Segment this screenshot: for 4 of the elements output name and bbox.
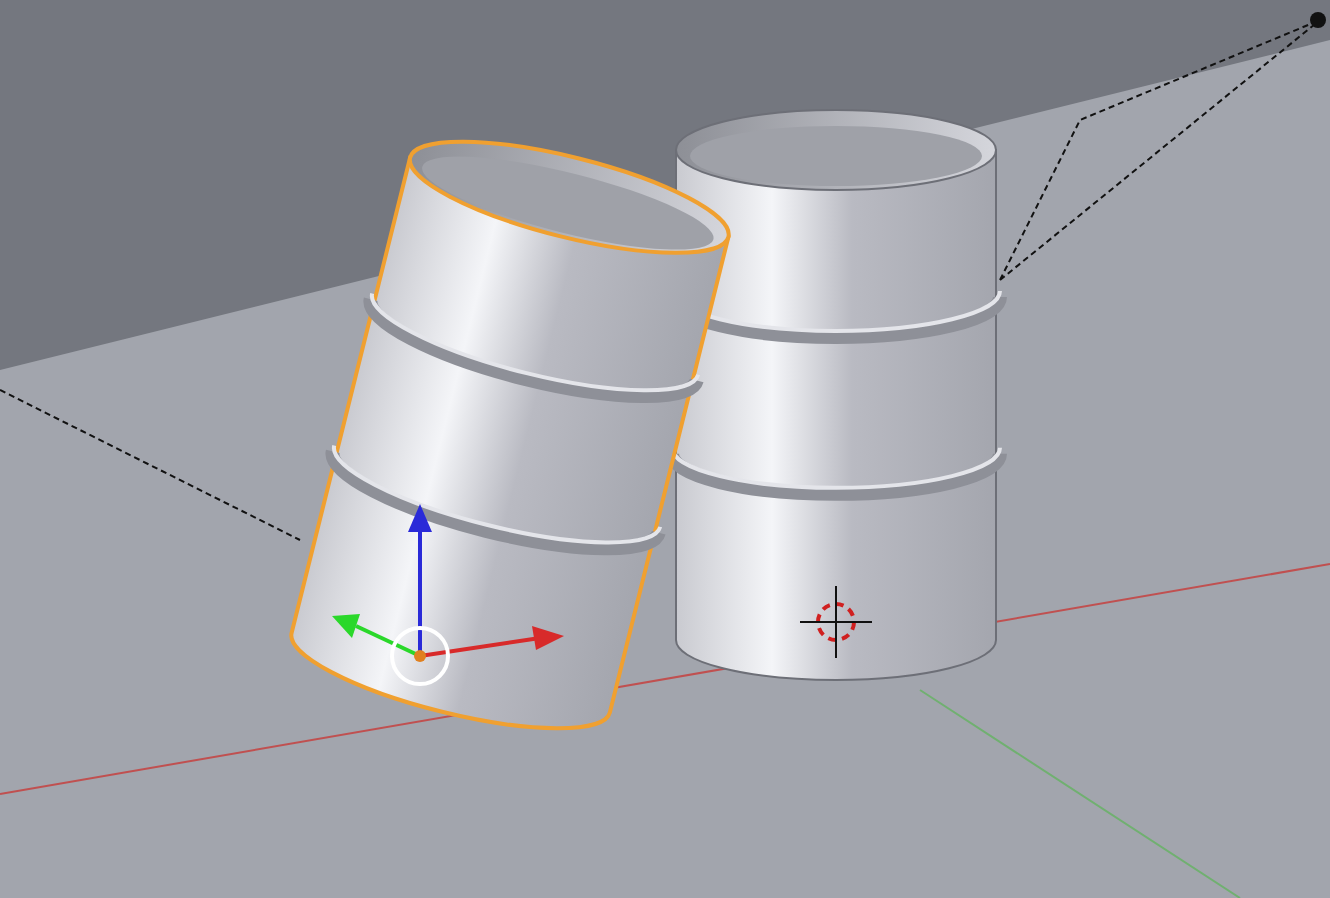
barrel-drawing[interactable]: [289, 139, 731, 731]
transform-gizmo-drawing[interactable]: [332, 504, 564, 686]
3d-cursor-icon[interactable]: [799, 585, 873, 659]
camera-icon[interactable]: [1310, 12, 1326, 28]
